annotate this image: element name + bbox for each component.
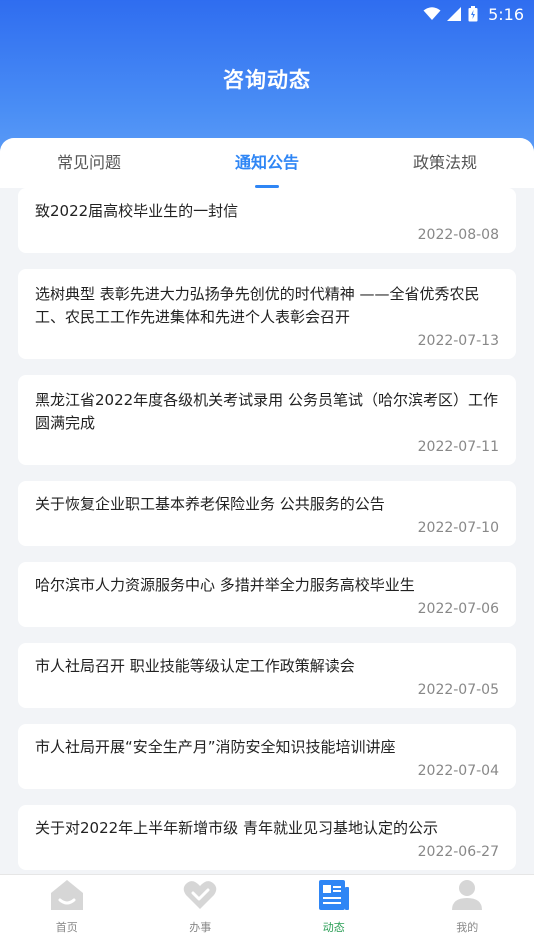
nav-news[interactable]: 动态 — [267, 875, 401, 950]
notice-title: 选树典型 表彰先进大力弘扬争先创优的时代精神 ——全省优秀农民工、农民工工作先进… — [35, 285, 480, 326]
status-bar: 5:16 — [0, 0, 534, 28]
content-panel: 常见问题 通知公告 政策法规 致2022届高校毕业生的一封信 2022-08-0… — [0, 138, 534, 874]
notice-title: 关于对2022年上半年新增市级 青年就业见习基地认定的公示 — [35, 819, 438, 837]
news-icon — [318, 880, 349, 910]
nav-home-label: 首页 — [55, 921, 78, 934]
nav-profile-label: 我的 — [456, 921, 479, 934]
notice-card[interactable]: 关于恢复企业职工基本养老保险业务 公共服务的公告 2022-07-10 — [18, 481, 516, 546]
notice-card[interactable]: 市人社局开展“安全生产月”消防安全知识技能培训讲座 2022-07-04 — [18, 724, 516, 789]
notice-date: 2022-07-13 — [417, 333, 499, 349]
notice-title: 关于恢复企业职工基本养老保险业务 公共服务的公告 — [35, 495, 385, 513]
nav-home[interactable]: 首页 — [0, 875, 134, 950]
tab-notices[interactable]: 通知公告 — [178, 138, 356, 188]
notice-card[interactable]: 哈尔滨市人力资源服务中心 多措并举全力服务高校毕业生 2022-07-06 — [18, 562, 516, 627]
tab-policies[interactable]: 政策法规 — [356, 138, 534, 188]
page-title: 咨询动态 — [223, 68, 311, 92]
bottom-navigation: 首页 办事 动态 我的 — [0, 874, 534, 950]
nav-services-label: 办事 — [189, 921, 212, 934]
notice-date: 2022-07-06 — [417, 601, 499, 617]
nav-news-label: 动态 — [322, 921, 345, 934]
notice-title: 哈尔滨市人力资源服务中心 多措并举全力服务高校毕业生 — [35, 576, 415, 594]
tab-bar: 常见问题 通知公告 政策法规 — [0, 138, 534, 188]
home-icon — [50, 880, 83, 910]
battery-icon — [468, 6, 478, 22]
notice-date: 2022-08-08 — [417, 227, 499, 243]
nav-profile[interactable]: 我的 — [401, 875, 534, 950]
notice-card[interactable]: 致2022届高校毕业生的一封信 2022-08-08 — [18, 188, 516, 253]
notice-title: 黑龙江省2022年度各级机关考试录用 公务员笔试（哈尔滨考区）工作圆满完成 — [35, 391, 498, 432]
notice-card[interactable]: 关于对2022年上半年新增市级 青年就业见习基地认定的公示 2022-06-27 — [18, 805, 516, 870]
notice-date: 2022-06-27 — [417, 844, 499, 860]
status-time: 5:16 — [488, 4, 524, 24]
nav-services[interactable]: 办事 — [134, 875, 268, 950]
user-icon — [452, 880, 483, 910]
notice-date: 2022-07-05 — [417, 682, 499, 698]
notice-card[interactable]: 黑龙江省2022年度各级机关考试录用 公务员笔试（哈尔滨考区）工作圆满完成 20… — [18, 375, 516, 465]
notice-title: 致2022届高校毕业生的一封信 — [35, 202, 239, 220]
notice-card[interactable]: 市人社局召开 职业技能等级认定工作政策解读会 2022-07-05 — [18, 643, 516, 708]
notice-title: 市人社局召开 职业技能等级认定工作政策解读会 — [35, 657, 355, 675]
notice-title: 市人社局开展“安全生产月”消防安全知识技能培训讲座 — [35, 738, 396, 756]
wifi-icon — [423, 7, 441, 20]
notice-date: 2022-07-11 — [417, 439, 499, 455]
tab-faq[interactable]: 常见问题 — [0, 138, 178, 188]
heart-icon — [183, 881, 217, 909]
signal-icon — [447, 7, 462, 21]
notice-date: 2022-07-10 — [417, 520, 499, 536]
notice-date: 2022-07-04 — [417, 763, 499, 779]
notice-list: 致2022届高校毕业生的一封信 2022-08-08 选树典型 表彰先进大力弘扬… — [0, 188, 534, 870]
notice-card[interactable]: 选树典型 表彰先进大力弘扬争先创优的时代精神 ——全省优秀农民工、农民工工作先进… — [18, 269, 516, 359]
